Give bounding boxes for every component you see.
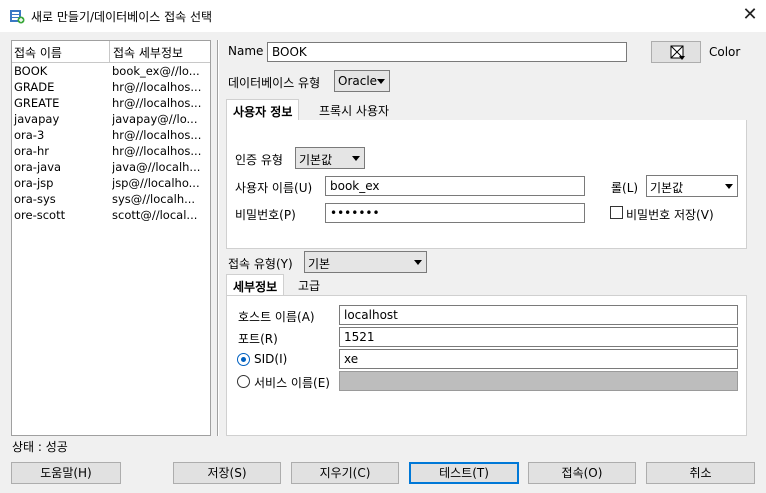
conn-type-label: 접속 유형(Y) [228, 257, 293, 271]
chevron-down-icon [414, 260, 422, 265]
connection-name: ora-jsp [14, 176, 54, 190]
connection-name: ora-java [14, 160, 62, 174]
connection-detail: scott@//local... [112, 208, 198, 222]
connection-detail: jsp@//localho... [112, 176, 200, 190]
column-header-detail[interactable]: 접속 세부정보 [113, 44, 183, 61]
app-database-icon [10, 10, 25, 24]
connection-name: ore-scott [14, 208, 66, 222]
db-type-value: Oracle [338, 74, 378, 88]
list-item[interactable]: GREATE hr@//localhos... [12, 95, 210, 111]
connection-detail: hr@//localhos... [112, 128, 202, 142]
connection-name: javapay [14, 112, 60, 126]
status-text: 상태 : 성공 [12, 440, 68, 454]
connection-detail: javapay@//lo... [112, 112, 198, 126]
list-item[interactable]: ora-hr hr@//localhos... [12, 143, 210, 159]
color-button[interactable] [651, 41, 701, 63]
connection-detail: hr@//localhos... [112, 96, 202, 110]
column-header-name[interactable]: 접속 이름 [14, 44, 62, 61]
connection-name: ora-sys [14, 192, 56, 206]
chevron-down-icon [377, 79, 385, 84]
connection-name: GREATE [14, 96, 60, 110]
db-type-select[interactable]: Oracle [334, 70, 390, 92]
list-item[interactable]: ora-jsp jsp@//localho... [12, 175, 210, 191]
service-name-label: 서비스 이름(E) [254, 376, 330, 390]
test-button[interactable]: 테스트(T) [409, 462, 519, 484]
connection-list-header: 접속 이름 접속 세부정보 [12, 41, 210, 63]
connection-detail: sys@//localh... [112, 192, 196, 206]
role-select[interactable]: 기본값 [646, 175, 738, 197]
role-value: 기본값 [650, 181, 684, 195]
connection-name: ora-hr [14, 144, 49, 158]
tab-details[interactable]: 세부정보 [226, 274, 285, 296]
close-icon[interactable]: ✕ [740, 5, 760, 25]
connection-name: GRADE [14, 80, 55, 94]
cancel-button[interactable]: 취소 [646, 462, 755, 484]
host-input[interactable]: localhost [339, 305, 738, 325]
auth-type-value: 기본값 [299, 153, 333, 167]
connection-name: ora-3 [14, 128, 45, 142]
host-label: 호스트 이름(A) [238, 310, 315, 324]
list-item[interactable]: GRADE hr@//localhos... [12, 79, 210, 95]
conn-type-select[interactable]: 기본 [304, 251, 427, 273]
connection-detail: hr@//localhos... [112, 80, 202, 94]
service-name-input [339, 371, 738, 391]
connection-rows: BOOK book_ex@//lo... GRADE hr@//localhos...… [12, 63, 210, 223]
connection-detail: java@//localh... [112, 160, 201, 174]
list-item[interactable]: ora-sys sys@//localh... [12, 191, 210, 207]
name-label: Name [228, 44, 264, 58]
service-name-radio[interactable] [237, 375, 250, 388]
save-password-checkbox[interactable] [610, 206, 623, 219]
sid-radio[interactable] [237, 353, 250, 366]
connect-button[interactable]: 접속(O) [528, 462, 636, 484]
sid-label: SID(I) [254, 352, 288, 366]
conn-type-value: 기본 [308, 257, 331, 271]
port-label: 포트(R) [238, 332, 278, 346]
color-label: Color [709, 45, 741, 59]
help-button[interactable]: 도움말(H) [11, 462, 121, 484]
connection-list[interactable]: 접속 이름 접속 세부정보 BOOK book_ex@//lo... GRADE hr… [11, 40, 211, 436]
list-item[interactable]: BOOK book_ex@//lo... [12, 63, 210, 79]
password-input[interactable]: ••••••• [325, 203, 585, 223]
db-type-label: 데이터베이스 유형 [228, 76, 321, 90]
role-label: 롤(L) [611, 181, 639, 195]
chevron-down-icon [725, 184, 733, 189]
tab-user-info[interactable]: 사용자 정보 [226, 99, 300, 121]
username-label: 사용자 이름(U) [235, 181, 313, 195]
panel-splitter[interactable] [217, 40, 219, 436]
connection-detail: hr@//localhos... [112, 144, 202, 158]
tab-proxy-user[interactable]: 프록시 사용자 [313, 99, 395, 121]
port-input[interactable]: 1521 [339, 327, 738, 347]
list-item[interactable]: ore-scott scott@//local... [12, 207, 210, 223]
clear-button[interactable]: 지우기(C) [291, 462, 399, 484]
name-input[interactable]: BOOK [267, 42, 627, 62]
list-item[interactable]: javapay javapay@//lo... [12, 111, 210, 127]
sid-input[interactable]: xe [339, 349, 738, 369]
save-password-label: 비밀번호 저장(V) [626, 208, 714, 222]
password-label: 비밀번호(P) [235, 208, 296, 222]
tab-advanced[interactable]: 고급 [292, 274, 326, 296]
username-input[interactable]: book_ex [325, 176, 585, 196]
color-picker-icon [670, 45, 685, 60]
list-item[interactable]: ora-3 hr@//localhos... [12, 127, 210, 143]
auth-type-select[interactable]: 기본값 [295, 147, 365, 169]
chevron-down-icon [352, 156, 360, 161]
auth-type-label: 인증 유형 [235, 153, 283, 167]
list-item[interactable]: ora-java java@//localh... [12, 159, 210, 175]
window-title: 새로 만들기/데이터베이스 접속 선택 [31, 10, 213, 24]
connection-name: BOOK [14, 64, 48, 78]
save-button[interactable]: 저장(S) [173, 462, 281, 484]
connection-detail: book_ex@//lo... [112, 64, 200, 78]
column-divider[interactable] [109, 41, 110, 63]
